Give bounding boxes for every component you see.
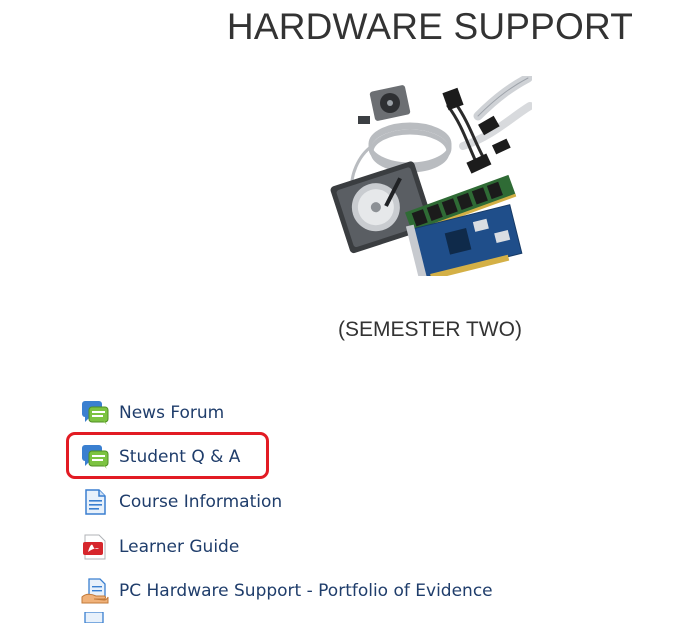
- document-page-icon: [80, 488, 110, 516]
- forum-icon: [80, 399, 110, 427]
- document-page-icon: [84, 612, 104, 623]
- activity-label: Learner Guide: [119, 537, 240, 557]
- hardware-components-image: [330, 76, 532, 276]
- activity-learner-guide[interactable]: Learner Guide: [80, 533, 239, 561]
- assignment-upload-icon: [80, 577, 110, 605]
- semester-subtitle: (SEMESTER TWO): [338, 318, 522, 341]
- page-title: HARDWARE SUPPORT: [226, 6, 634, 47]
- activity-label: PC Hardware Support - Portfolio of Evide…: [119, 581, 493, 601]
- activity-course-information[interactable]: Course Information: [80, 488, 282, 516]
- course-page: HARDWARE SUPPORT (SEMESTER TWO) News For…: [0, 0, 678, 623]
- pdf-icon: [80, 533, 110, 561]
- activity-label: News Forum: [119, 403, 225, 423]
- activity-news-forum[interactable]: News Forum: [80, 399, 224, 427]
- activity-portfolio-of-evidence[interactable]: PC Hardware Support - Portfolio of Evide…: [80, 577, 493, 605]
- activity-label: Course Information: [119, 492, 283, 512]
- highlight-box: [66, 432, 269, 479]
